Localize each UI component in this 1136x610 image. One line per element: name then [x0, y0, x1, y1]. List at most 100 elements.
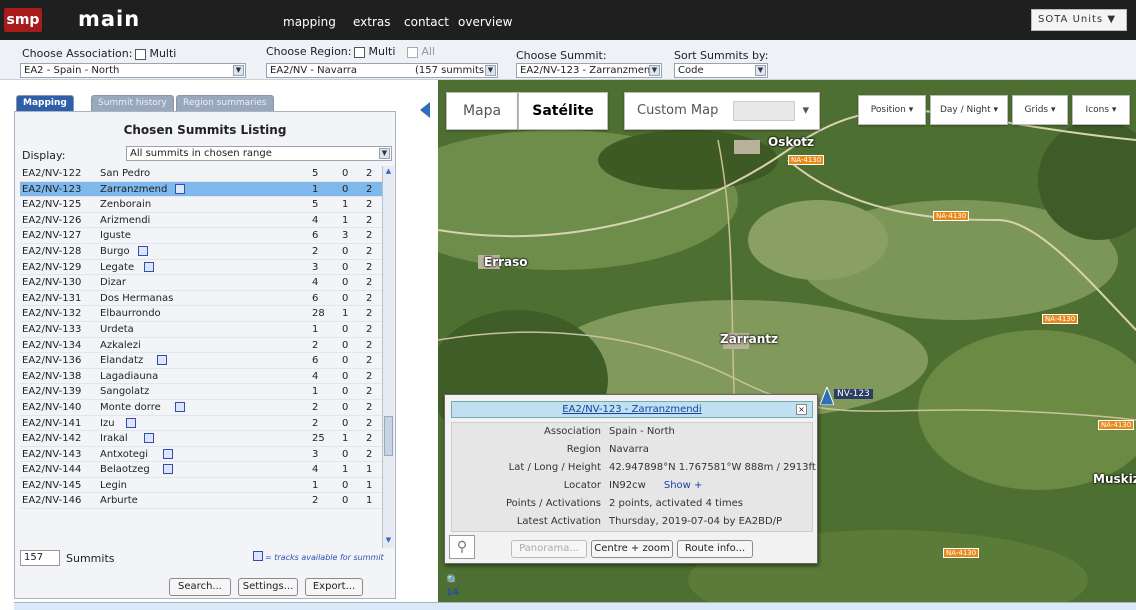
- tab-summit-history[interactable]: Summit history: [91, 95, 174, 111]
- show-locator-link[interactable]: Show +: [664, 480, 703, 491]
- summit-select[interactable]: EA2/NV-123 - Zarranzmend ▼: [516, 63, 662, 78]
- track-icon[interactable]: [125, 417, 136, 428]
- track-note: = tracks available for summit: [265, 553, 384, 562]
- summit-code: EA2/NV-142: [22, 433, 82, 445]
- table-row[interactable]: EA2/NV-125 Zenborain 5 1 2: [20, 197, 394, 213]
- summit-code: EA2/NV-126: [22, 214, 82, 226]
- summit-points: 4: [312, 464, 319, 476]
- tab-mapping[interactable]: Mapping: [16, 95, 74, 111]
- smp-logo[interactable]: smp: [4, 8, 42, 32]
- track-icon[interactable]: [156, 355, 167, 366]
- summit-value: 2: [366, 183, 373, 195]
- track-icon[interactable]: [175, 183, 186, 194]
- region-all-label: All: [421, 45, 436, 58]
- track-icon[interactable]: [175, 401, 186, 412]
- scroll-up-icon[interactable]: ▲: [384, 167, 393, 176]
- day-night-control[interactable]: Day / Night ▾: [930, 95, 1008, 125]
- summit-code: EA2/NV-138: [22, 370, 82, 382]
- table-row[interactable]: EA2/NV-130 Dizar 4 0 2: [20, 275, 394, 291]
- summit-points: 2: [312, 495, 319, 507]
- region-select[interactable]: EA2/NV - Navarra (157 summits) ▼: [266, 63, 498, 78]
- association-multi-checkbox[interactable]: [135, 48, 147, 60]
- summit-marker-icon[interactable]: [819, 385, 835, 406]
- chevron-down-icon: ▼: [755, 65, 766, 76]
- table-row[interactable]: EA2/NV-129 Legate 3 0 2: [20, 260, 394, 276]
- nav-mapping[interactable]: mapping: [283, 15, 336, 29]
- popup-title-link[interactable]: EA2/NV-123 - Zarranzmendi: [451, 401, 813, 418]
- table-row[interactable]: EA2/NV-131 Dos Hermanas 6 0 2: [20, 291, 394, 307]
- summit-value: 2: [366, 199, 373, 211]
- icons-control[interactable]: Icons ▾: [1072, 95, 1130, 125]
- centre-zoom-button[interactable]: Centre + zoom: [591, 540, 673, 558]
- table-row[interactable]: EA2/NV-145 Legin 1 0 1: [20, 478, 394, 494]
- table-row[interactable]: EA2/NV-146 Arburte 2 0 1: [20, 493, 394, 510]
- track-icon[interactable]: [162, 464, 173, 475]
- nav-extras[interactable]: extras: [353, 15, 391, 29]
- table-row[interactable]: EA2/NV-136 Elandatz 6 0 2: [20, 353, 394, 369]
- table-row[interactable]: EA2/NV-126 Arizmendi 4 1 2: [20, 213, 394, 229]
- track-icon[interactable]: [162, 448, 173, 459]
- sota-units-dropdown[interactable]: SOTA Units ▼: [1031, 9, 1127, 31]
- summit-value: 1: [366, 495, 373, 507]
- zoom-level-indicator[interactable]: 🔍14: [446, 574, 470, 598]
- summit-name: Elbaurrondo: [100, 308, 161, 320]
- table-row[interactable]: EA2/NV-127 Iguste 6 3 2: [20, 228, 394, 244]
- summit-activations: 0: [342, 261, 349, 273]
- popup-field-value: 2 points, activated 4 times: [609, 498, 743, 509]
- summit-name: Monte dorre: [100, 401, 161, 413]
- summit-code: EA2/NV-143: [22, 448, 82, 460]
- table-row[interactable]: EA2/NV-138 Lagadiauna 4 0 2: [20, 369, 394, 385]
- region-summit-count: (157 summits): [415, 65, 489, 76]
- summit-activations: 1: [342, 464, 349, 476]
- tab-region-summaries[interactable]: Region summaries: [176, 95, 274, 111]
- table-row[interactable]: EA2/NV-132 Elbaurrondo 28 1 2: [20, 306, 394, 322]
- settings-button[interactable]: Settings...: [238, 578, 298, 596]
- table-row[interactable]: EA2/NV-144 Belaotzeg 4 1 1: [20, 462, 394, 478]
- region-label-text: Choose Region:: [266, 45, 352, 58]
- summit-points: 6: [312, 292, 319, 304]
- track-icon[interactable]: [138, 245, 148, 256]
- custom-map-select[interactable]: [733, 101, 795, 121]
- scroll-down-icon[interactable]: ▼: [384, 536, 393, 545]
- table-row[interactable]: EA2/NV-141 Izu 2 0 2: [20, 416, 394, 432]
- table-row[interactable]: EA2/NV-123 Zarranzmend 1 0 2: [20, 181, 394, 198]
- list-scrollbar[interactable]: ▲ ▼: [382, 166, 394, 548]
- collapse-panel-icon[interactable]: [420, 102, 430, 118]
- summit-activations: 0: [342, 401, 349, 413]
- summit-count-field[interactable]: 157: [20, 550, 60, 566]
- region-all-checkbox[interactable]: [407, 46, 419, 58]
- table-row[interactable]: EA2/NV-133 Urdeta 1 0 2: [20, 322, 394, 338]
- association-select[interactable]: EA2 - Spain - North ▼: [20, 63, 246, 78]
- table-row[interactable]: EA2/NV-143 Antxotegi 3 0 2: [20, 447, 394, 463]
- export-button[interactable]: Export...: [305, 578, 363, 596]
- panorama-icon[interactable]: ⚲: [449, 535, 475, 559]
- app-title: main: [78, 7, 141, 31]
- route-info-button[interactable]: Route info...: [677, 540, 753, 558]
- summit-points: 4: [312, 370, 319, 382]
- search-button[interactable]: Search...: [169, 578, 231, 596]
- summit-activations: 0: [342, 479, 349, 491]
- table-row[interactable]: EA2/NV-128 Burgo 2 0 2: [20, 244, 394, 260]
- region-multi-checkbox[interactable]: [354, 46, 366, 58]
- summit-code: EA2/NV-133: [22, 323, 82, 335]
- table-row[interactable]: EA2/NV-142 Irakal 25 1 2: [20, 431, 394, 447]
- position-control[interactable]: Position ▾: [858, 95, 926, 125]
- nav-contact[interactable]: contact: [404, 15, 449, 29]
- scroll-thumb[interactable]: [384, 416, 393, 456]
- display-select[interactable]: All summits in chosen range ▼: [126, 146, 392, 161]
- nav-overview[interactable]: overview: [458, 15, 512, 29]
- track-icon[interactable]: [144, 433, 155, 444]
- panorama-button[interactable]: Panorama...: [511, 540, 587, 558]
- close-icon[interactable]: ×: [796, 404, 807, 415]
- map-type-mapa[interactable]: Mapa: [446, 92, 518, 130]
- table-row[interactable]: EA2/NV-140 Monte dorre 2 0 2: [20, 400, 394, 416]
- custom-map-dropdown[interactable]: Custom Map ▾: [624, 92, 820, 130]
- icons-label: Icons: [1085, 105, 1110, 115]
- table-row[interactable]: EA2/NV-134 Azkalezi 2 0 2: [20, 338, 394, 354]
- table-row[interactable]: EA2/NV-122 San Pedro 5 0 2: [20, 166, 394, 182]
- grids-control[interactable]: Grids ▾: [1012, 95, 1068, 125]
- track-icon[interactable]: [144, 261, 155, 272]
- map-type-satelite[interactable]: Satélite: [518, 92, 608, 130]
- table-row[interactable]: EA2/NV-139 Sangolatz 1 0 2: [20, 384, 394, 400]
- sort-select[interactable]: Code ▼: [674, 63, 768, 78]
